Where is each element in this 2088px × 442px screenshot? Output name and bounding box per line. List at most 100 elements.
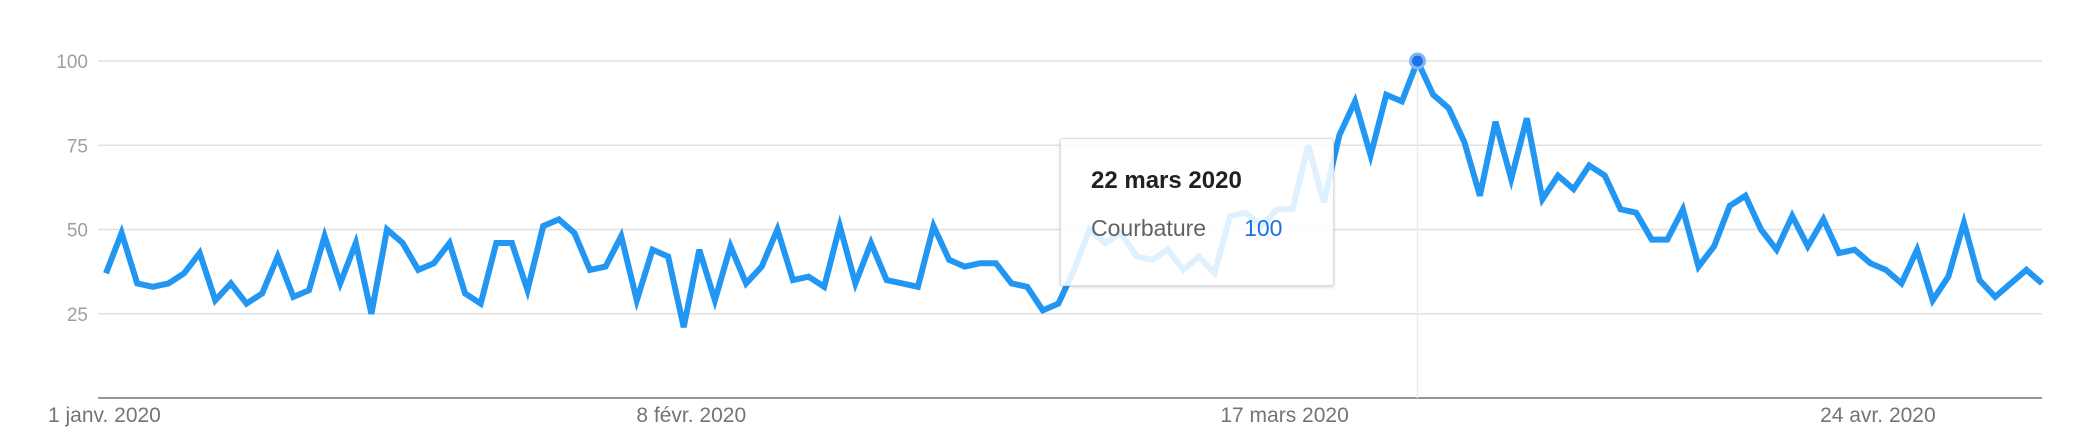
data-point[interactable] bbox=[322, 233, 328, 239]
data-point[interactable] bbox=[1399, 98, 1405, 104]
data-point[interactable] bbox=[275, 254, 281, 260]
data-point[interactable] bbox=[415, 267, 421, 273]
data-point[interactable] bbox=[743, 280, 749, 286]
data-point[interactable] bbox=[134, 280, 140, 286]
data-point[interactable] bbox=[1383, 92, 1389, 98]
data-point[interactable] bbox=[1539, 196, 1545, 202]
data-point[interactable] bbox=[431, 260, 437, 266]
data-point[interactable] bbox=[1555, 173, 1561, 179]
data-point[interactable] bbox=[493, 240, 499, 246]
data-point[interactable] bbox=[1680, 206, 1686, 212]
data-point[interactable] bbox=[400, 240, 406, 246]
data-point[interactable] bbox=[665, 254, 671, 260]
data-point[interactable] bbox=[119, 230, 125, 236]
highlight-point[interactable] bbox=[1408, 52, 1426, 70]
data-point[interactable] bbox=[1009, 280, 1015, 286]
data-point[interactable] bbox=[931, 223, 937, 229]
data-point[interactable] bbox=[1618, 206, 1624, 212]
data-point[interactable] bbox=[1461, 139, 1467, 145]
data-point[interactable] bbox=[1805, 243, 1811, 249]
data-point[interactable] bbox=[977, 260, 983, 266]
data-point[interactable] bbox=[1040, 307, 1046, 313]
data-point[interactable] bbox=[2023, 267, 2029, 273]
data-point[interactable] bbox=[868, 240, 874, 246]
data-point[interactable] bbox=[962, 264, 968, 270]
data-point[interactable] bbox=[306, 287, 312, 293]
data-point[interactable] bbox=[478, 301, 484, 307]
data-point[interactable] bbox=[1493, 119, 1499, 125]
data-point[interactable] bbox=[1742, 193, 1748, 199]
data-point[interactable] bbox=[634, 297, 640, 303]
data-point[interactable] bbox=[509, 240, 515, 246]
data-point[interactable] bbox=[228, 280, 234, 286]
data-point[interactable] bbox=[1446, 105, 1452, 111]
data-point[interactable] bbox=[1727, 203, 1733, 209]
data-point[interactable] bbox=[1524, 115, 1530, 121]
data-point[interactable] bbox=[337, 280, 343, 286]
data-point[interactable] bbox=[290, 294, 296, 300]
data-point[interactable] bbox=[1336, 132, 1342, 138]
data-point[interactable] bbox=[1961, 220, 1967, 226]
data-point[interactable] bbox=[1899, 280, 1905, 286]
data-point[interactable] bbox=[946, 257, 952, 263]
data-point[interactable] bbox=[712, 297, 718, 303]
data-point[interactable] bbox=[603, 264, 609, 270]
data-point[interactable] bbox=[1711, 243, 1717, 249]
data-point[interactable] bbox=[1945, 274, 1951, 280]
data-point[interactable] bbox=[681, 324, 687, 330]
data-point[interactable] bbox=[774, 227, 780, 233]
data-point[interactable] bbox=[1508, 176, 1514, 182]
data-point[interactable] bbox=[1992, 294, 1998, 300]
data-point[interactable] bbox=[1883, 267, 1889, 273]
data-point[interactable] bbox=[1368, 152, 1374, 158]
data-point[interactable] bbox=[197, 250, 203, 256]
data-point[interactable] bbox=[181, 270, 187, 276]
data-point[interactable] bbox=[821, 284, 827, 290]
data-point[interactable] bbox=[447, 240, 453, 246]
data-point[interactable] bbox=[1024, 284, 1030, 290]
data-point[interactable] bbox=[915, 284, 921, 290]
data-point[interactable] bbox=[1633, 210, 1639, 216]
data-point[interactable] bbox=[368, 311, 374, 317]
data-point[interactable] bbox=[1789, 213, 1795, 219]
data-point[interactable] bbox=[212, 297, 218, 303]
data-point[interactable] bbox=[525, 287, 531, 293]
data-point[interactable] bbox=[1836, 250, 1842, 256]
data-point[interactable] bbox=[1914, 247, 1920, 253]
data-point[interactable] bbox=[1602, 173, 1608, 179]
data-point[interactable] bbox=[696, 247, 702, 253]
data-point[interactable] bbox=[259, 291, 265, 297]
data-point[interactable] bbox=[1852, 247, 1858, 253]
data-point[interactable] bbox=[1649, 237, 1655, 243]
data-point[interactable] bbox=[556, 216, 562, 222]
data-point[interactable] bbox=[1977, 277, 1983, 283]
data-point[interactable] bbox=[1664, 237, 1670, 243]
data-point[interactable] bbox=[384, 227, 390, 233]
data-point[interactable] bbox=[103, 270, 109, 276]
data-point[interactable] bbox=[806, 274, 812, 280]
data-point[interactable] bbox=[759, 264, 765, 270]
data-point[interactable] bbox=[150, 284, 156, 290]
data-point[interactable] bbox=[1758, 227, 1764, 233]
data-point[interactable] bbox=[1774, 247, 1780, 253]
data-point[interactable] bbox=[1055, 301, 1061, 307]
data-point[interactable] bbox=[650, 247, 656, 253]
data-point[interactable] bbox=[1571, 186, 1577, 192]
data-point[interactable] bbox=[1867, 260, 1873, 266]
data-point[interactable] bbox=[728, 243, 734, 249]
data-point[interactable] bbox=[1820, 216, 1826, 222]
data-point[interactable] bbox=[618, 233, 624, 239]
data-point[interactable] bbox=[852, 280, 858, 286]
data-point[interactable] bbox=[1586, 163, 1592, 169]
data-point[interactable] bbox=[2008, 280, 2014, 286]
data-point[interactable] bbox=[790, 277, 796, 283]
data-point[interactable] bbox=[993, 260, 999, 266]
data-point[interactable] bbox=[1430, 92, 1436, 98]
data-point[interactable] bbox=[1477, 193, 1483, 199]
data-point[interactable] bbox=[540, 223, 546, 229]
data-point[interactable] bbox=[899, 280, 905, 286]
data-point[interactable] bbox=[462, 291, 468, 297]
data-point[interactable] bbox=[1696, 264, 1702, 270]
data-point[interactable] bbox=[571, 230, 577, 236]
data-point[interactable] bbox=[1930, 297, 1936, 303]
